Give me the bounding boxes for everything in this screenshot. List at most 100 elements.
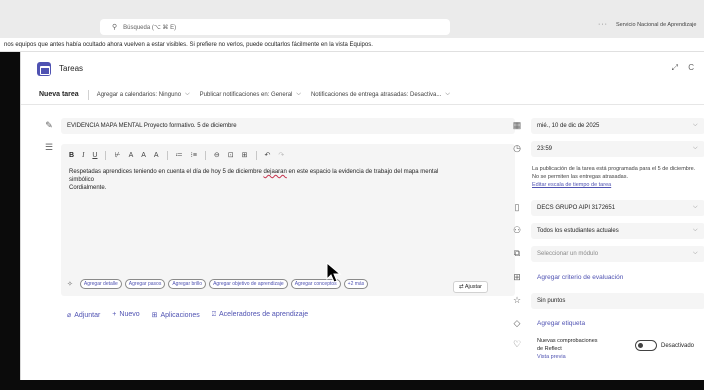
assignment-title-input[interactable]: EVIDENCIA MAPA MENTAL Proyecto formativo… [61,118,515,134]
reflect-label-line2: de Reflect [537,346,562,352]
chevron-down-icon: ⌵ [693,227,698,233]
module-select[interactable]: Seleccionar un módulo [531,246,704,262]
divider [166,150,168,160]
numbered-list-icon[interactable]: ⁝≡ [191,151,197,159]
app-title: Tareas [59,64,84,73]
instructions-line-1a: Respetadas aprendices teniendo en cuenta… [69,169,264,175]
attach-button[interactable]: ⌀ Adjuntar [67,311,100,319]
plus-icon: + [112,311,117,318]
redo-icon[interactable]: ↷ [278,151,284,159]
due-time-field[interactable]: 23:59 [531,141,704,157]
late-notifications-label: Notificaciones de entrega atrasadas: Des… [310,91,442,98]
formatting-toolbar: B I U ⊬ A A A ≔ ⁝≡ ⊖ ⊡ ⊞ ↶ ↷ [61,144,515,166]
misspelled-word: dejaaran [263,169,287,175]
font-color-icon[interactable]: A [129,152,134,159]
instructions-line-2: simbólico [69,177,95,183]
search-box[interactable]: ⚲ Búsqueda (⌥ ⌘ E) [100,19,450,35]
instructions-line-3: Cordialmente. [69,185,107,191]
students-value: Todos los estudiantes actuales [537,228,619,234]
sparkle-icon: ✧ [67,281,73,288]
class-select[interactable]: DECS GRUPO AIPI 3172651 [531,200,704,216]
adjust-button[interactable]: ⇄ Ajustar [453,281,488,293]
class-icon: ▯ [514,202,520,212]
add-rubric-link[interactable]: Agregar criterio de evaluación [537,274,623,281]
module-icon: ⧉ [513,248,521,258]
link-icon[interactable]: ⊖ [214,151,220,159]
apps-button[interactable]: ⊞ Aplicaciones [152,311,200,319]
reflect-icon: ♡ [512,339,522,349]
add-brightness-pill[interactable]: Agregar brillo [168,279,207,289]
apps-label: Aplicaciones [160,312,200,319]
apps-icon: ⊞ [151,312,158,319]
module-placeholder: Seleccionar un módulo [537,251,599,257]
instructions-editor[interactable]: B I U ⊬ A A A ≔ ⁝≡ ⊖ ⊡ ⊞ ↶ ↷ Respetadas … [61,144,515,296]
due-date-value: mié., 10 de dic de 2025 [537,123,600,129]
chevron-down-icon: ⌵ [185,91,190,97]
reflect-label-line1: Nuevas comprobaciones [537,338,598,344]
search-icon: ⚲ [112,24,118,31]
due-date-field[interactable]: mié., 10 de dic de 2025 [531,118,704,134]
add-detail-pill[interactable]: Agregar detalle [79,279,122,289]
attach-label: Adjuntar [74,312,101,319]
more-options-icon[interactable]: ··· [598,21,608,28]
class-value: DECS GRUPO AIPI 3172651 [537,205,616,211]
due-time-value: 23:59 [537,146,553,152]
chevron-down-icon: ⌵ [296,91,301,97]
underline-icon[interactable]: U [92,152,97,159]
calendar-icon: ▦ [512,120,522,130]
tasks-app-icon [37,62,51,76]
bold-icon[interactable]: B [69,152,74,159]
instructions-text[interactable]: Respetadas aprendices teniendo en cuenta… [61,166,491,194]
reflect-toggle-state: Desactivado [661,343,695,349]
reflect-toggle[interactable] [635,340,657,351]
mouse-cursor-icon [326,262,342,283]
points-field[interactable]: Sin puntos [531,293,704,309]
image-icon[interactable]: ⊡ [228,151,234,159]
learning-accelerators-label: Aceleradores de aprendizaje [219,311,309,318]
bullet-list-icon[interactable]: ≔ [176,151,183,159]
late-notifications-option[interactable]: Notificaciones de entrega atrasadas: Des… [311,91,450,98]
tag-icon: ◇ [513,318,521,328]
chevron-down-icon: ⌵ [693,145,698,151]
assignment-toolbar: Nueva tarea Agregar a calendarios: Ningu… [21,85,704,105]
more-suggestions-pill[interactable]: +2 más [343,279,369,289]
calendar-option[interactable]: Agregar a calendarios: Ninguno ⌵ [97,91,190,98]
header-actions[interactable]: ⤢ C [672,63,698,73]
add-tag-link[interactable]: Agregar etiqueta [537,320,585,327]
undo-icon[interactable]: ↶ [265,151,271,159]
rubric-icon: ⊞ [513,272,521,282]
ai-suggestion-pills: ✧ Agregar detalle Agregar pasos Agregar … [67,279,369,289]
paperclip-icon: ⌀ [67,312,72,319]
edit-schedule-link[interactable]: Editar escala de tiempo de tarea [532,182,611,188]
publish-option[interactable]: Publicar notificaciones en: General ⌵ [200,91,301,98]
reflect-preview-badge: Vista previa [537,354,566,360]
star-icon: ☆ [512,295,522,305]
chevron-down-icon: ⌵ [693,204,698,210]
points-value: Sin puntos [537,298,566,304]
chevron-down-icon: ⌵ [445,91,450,97]
accelerator-icon: ⍁ [211,311,217,318]
divider [87,89,89,100]
divider [204,150,206,160]
text-style-icon[interactable]: A [154,152,159,159]
students-icon: ⚇ [512,225,522,235]
instructions-line-1b: en este espacio la evidencia de trabajo … [286,169,439,175]
add-learning-objective-pill[interactable]: Agregar objetivo de aprendizaje [209,279,288,289]
attachments-bar: ⌀ Adjuntar + Nuevo ⊞ Aplicaciones ⍁ Acelerad… [67,311,308,319]
search-placeholder: Búsqueda (⌥ ⌘ E) [123,24,177,31]
app-top-bar: ⚲ Búsqueda (⌥ ⌘ E) ··· Servicio Nacional… [0,0,704,38]
students-select[interactable]: Todos los estudiantes actuales [531,223,704,239]
new-button[interactable]: + Nuevo [112,311,139,319]
chevron-down-icon: ⌵ [693,122,698,128]
calendar-option-label: Agregar a calendarios: Ninguno [96,91,182,98]
new-assignment-title: Nueva tarea [39,91,79,98]
add-steps-pill[interactable]: Agregar pasos [124,279,166,289]
italic-icon[interactable]: I [82,151,84,159]
table-icon[interactable]: ⊞ [242,151,248,159]
learning-accelerators-button[interactable]: ⍁ Aceleradores de aprendizaje [212,311,308,319]
assignment-panel: Tareas ⤢ C Nueva tarea Agregar a calenda… [20,52,704,380]
org-name[interactable]: Servicio Nacional de Aprendizaje [616,22,696,28]
font-size-icon[interactable]: A [141,152,146,159]
pencil-icon: ✎ [45,120,53,130]
highlight-icon[interactable]: ⊬ [114,151,120,159]
